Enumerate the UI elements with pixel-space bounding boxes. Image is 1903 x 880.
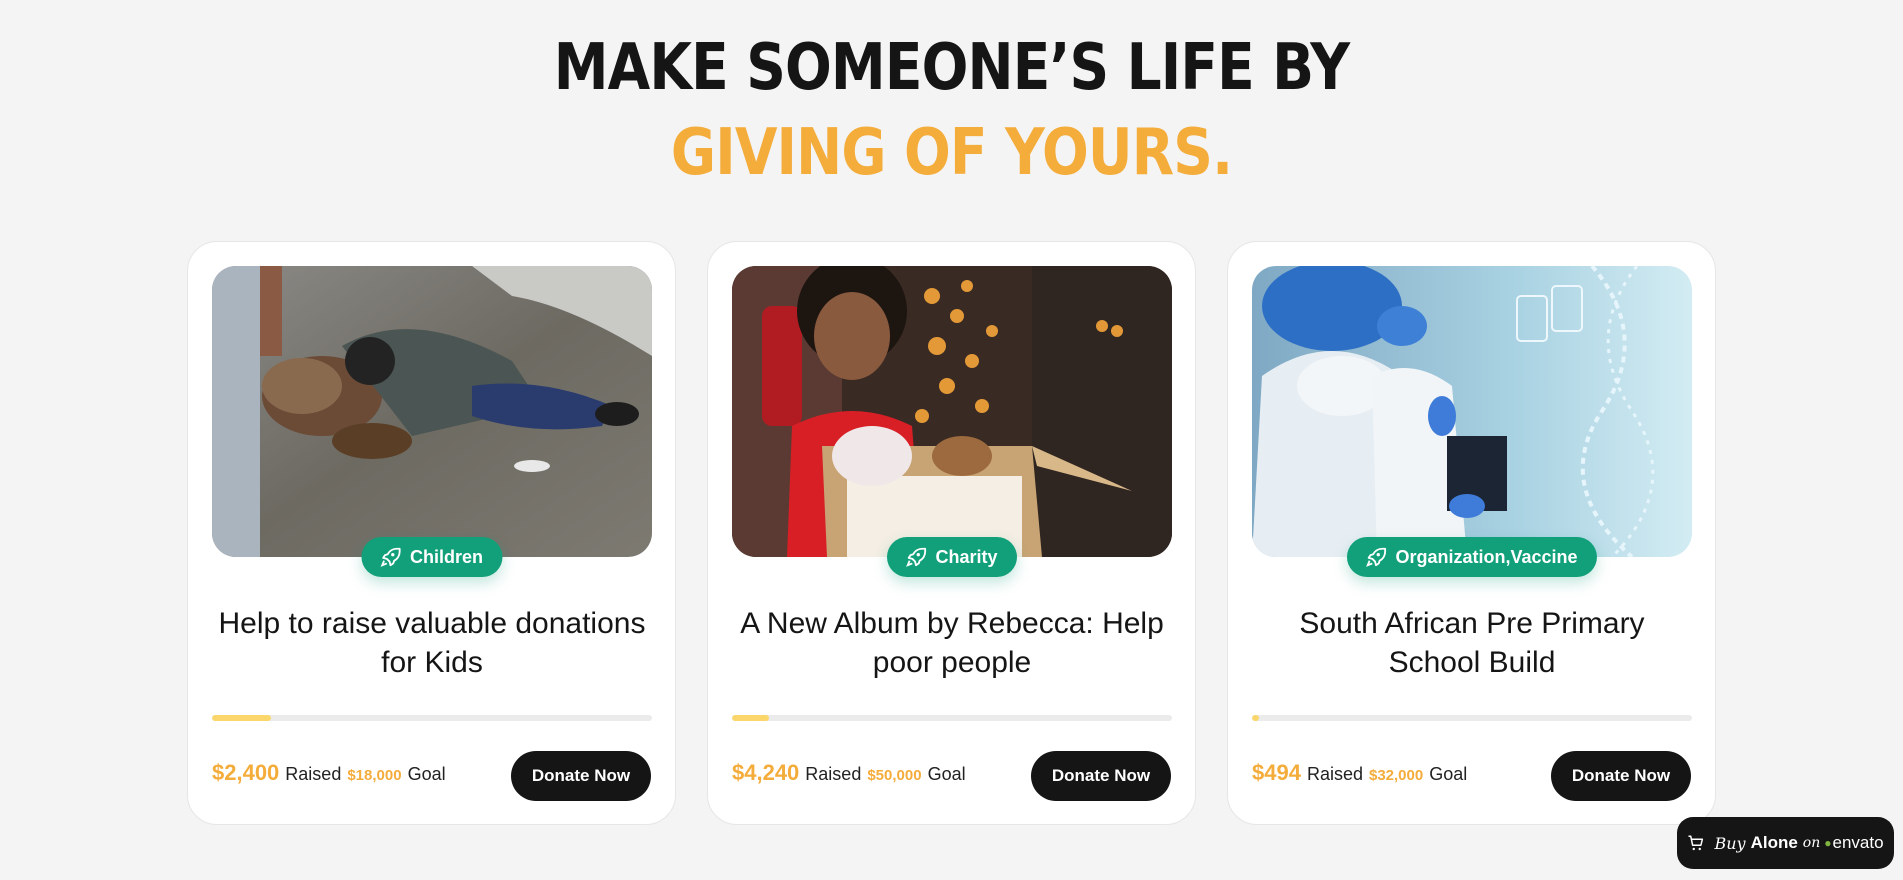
category-label: Organization,Vaccine <box>1395 546 1578 567</box>
donate-now-button[interactable]: Donate Now <box>1031 751 1171 801</box>
cart-icon <box>1687 834 1705 852</box>
rocket-icon <box>1364 546 1386 568</box>
category-badge[interactable]: Charity <box>886 537 1017 577</box>
campaign-title[interactable]: South African Pre Primary School Build <box>1252 604 1692 682</box>
category-badge[interactable]: Children <box>360 537 503 577</box>
rocket-icon <box>379 546 401 568</box>
progress-fill <box>1252 715 1259 721</box>
on-text: on <box>1802 835 1821 851</box>
campaign-cards: Children Help to raise valuable donation… <box>187 241 1716 825</box>
buy-alone-envato-button[interactable]: Buy Alone on ● envato <box>1677 817 1894 869</box>
donation-progress-bar <box>212 715 652 721</box>
heading-line-2: GIVING OF YOURS. <box>670 116 1233 190</box>
campaign-image[interactable] <box>1252 266 1692 557</box>
raised-label: Raised <box>805 764 862 784</box>
goal-label: Goal <box>1429 764 1468 784</box>
buy-text: Buy <box>1714 833 1746 853</box>
heading-line-1: MAKE SOMEONE’S LIFE BY <box>553 31 1350 105</box>
goal-amount: $50,000 <box>867 767 922 784</box>
progress-fill <box>212 715 271 721</box>
donation-stats: $2,400 Raised $18,000 Goal <box>212 760 446 786</box>
donation-stats: $494 Raised $32,000 Goal <box>1252 760 1467 786</box>
goal-amount: $32,000 <box>1368 767 1424 784</box>
campaign-image[interactable] <box>732 266 1172 557</box>
alone-text: Alone <box>1750 833 1798 852</box>
campaign-image[interactable] <box>212 266 652 557</box>
envato-text: envato <box>1832 833 1884 852</box>
campaign-card: Organization,Vaccine South African Pre P… <box>1227 241 1716 825</box>
progress-fill <box>732 715 770 721</box>
campaign-card: Children Help to raise valuable donation… <box>187 241 676 825</box>
section-heading: MAKE SOMEONE’S LIFE BY GIVING OF YOURS. <box>0 28 1903 196</box>
raised-amount: $494 <box>1252 760 1301 785</box>
campaign-title[interactable]: A New Album by Rebecca: Help poor people <box>732 604 1172 682</box>
envato-leaf-icon: ● <box>1824 836 1832 850</box>
raised-label: Raised <box>285 764 342 784</box>
rocket-icon <box>904 546 926 568</box>
donate-now-button[interactable]: Donate Now <box>1551 751 1691 801</box>
raised-label: Raised <box>1306 764 1363 784</box>
goal-label: Goal <box>927 764 966 784</box>
donation-progress-bar <box>732 715 1172 721</box>
campaign-title[interactable]: Help to raise valuable donations for Kid… <box>212 604 652 682</box>
goal-amount: $18,000 <box>347 767 402 784</box>
category-label: Children <box>409 546 484 567</box>
donation-stats: $4,240 Raised $50,000 Goal <box>732 760 966 786</box>
category-badge[interactable]: Organization,Vaccine <box>1346 537 1597 577</box>
goal-label: Goal <box>407 764 446 784</box>
category-label: Charity <box>935 546 998 567</box>
raised-amount: $4,240 <box>732 760 800 785</box>
donate-now-button[interactable]: Donate Now <box>511 751 651 801</box>
campaign-card: Charity A New Album by Rebecca: Help poo… <box>707 241 1196 825</box>
raised-amount: $2,400 <box>212 760 280 785</box>
donation-progress-bar <box>1252 715 1692 721</box>
